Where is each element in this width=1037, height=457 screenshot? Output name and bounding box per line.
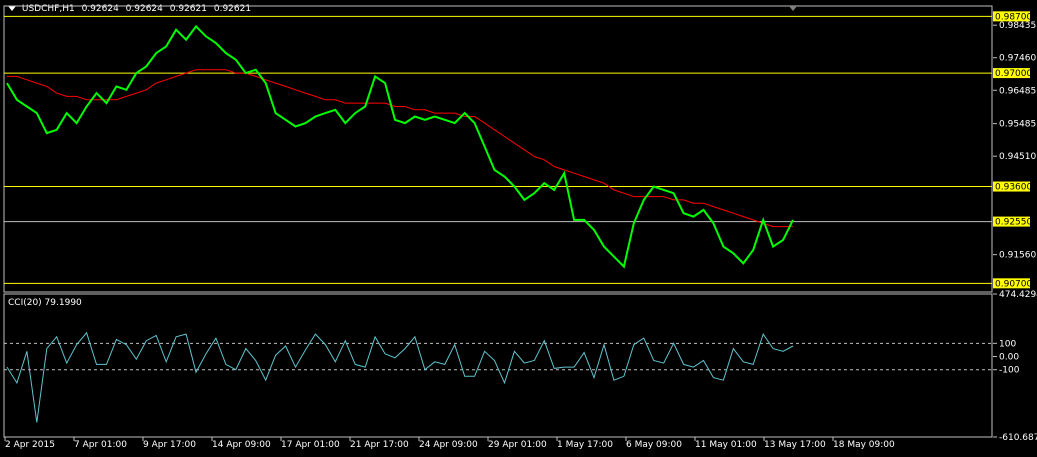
x-tick-label: 21 Apr 17:00 (350, 440, 409, 450)
cci-tick-label: -610.6873 (999, 433, 1037, 443)
cci-tick-label: 474.4294 (999, 290, 1037, 300)
cci-tick-label: -100 (999, 366, 1020, 376)
x-tick-label: 29 Apr 01:00 (488, 440, 547, 450)
x-tick-label: 9 Apr 17:00 (143, 440, 196, 450)
x-tick-label: 1 May 17:00 (557, 440, 613, 450)
y-tick-label: 0.98435 (999, 21, 1036, 31)
x-tick-label: 13 May 17:00 (764, 440, 826, 450)
main-pane-frame (3, 5, 993, 293)
level-tag-label: 0.93600 (995, 183, 1032, 193)
y-tick-label: 0.95485 (999, 120, 1036, 130)
moving-average-line (7, 69, 793, 228)
x-tick-label: 7 Apr 01:00 (74, 440, 127, 450)
shift-marker-icon[interactable] (789, 6, 797, 11)
level-tag-label: 0.90700 (995, 279, 1032, 289)
y-tick-label: 0.96485 (999, 86, 1036, 96)
y-tick-label: 0.97460 (999, 54, 1036, 64)
current-price-tag-label: 0.92550 (995, 218, 1032, 228)
cci-tick-label: 0.00 (999, 353, 1019, 363)
y-tick-label: 0.91560 (999, 251, 1036, 261)
x-tick-label: 6 May 09:00 (626, 440, 682, 450)
x-tick-label: 18 May 09:00 (833, 440, 895, 450)
cci-pane-frame (3, 293, 993, 438)
x-tick-label: 17 Apr 01:00 (281, 440, 340, 450)
level-tag-label: 0.97000 (995, 69, 1032, 79)
x-tick-label: 14 Apr 09:00 (212, 440, 271, 450)
price-chart[interactable]: 0.98435 0.97460 0.96485 0.95485 0.94510 0.915… (0, 0, 1037, 457)
cci-line (6, 331, 794, 423)
level-tag-label: 0.98700 (995, 12, 1032, 22)
y-tick-label: 0.94510 (999, 152, 1036, 162)
price-line (6, 24, 794, 269)
cci-tick-label: 100 (999, 339, 1016, 349)
x-tick-label: 2 Apr 2015 (5, 440, 55, 450)
x-tick-label: 24 Apr 09:00 (419, 440, 478, 450)
x-tick-label: 11 May 01:00 (695, 440, 757, 450)
